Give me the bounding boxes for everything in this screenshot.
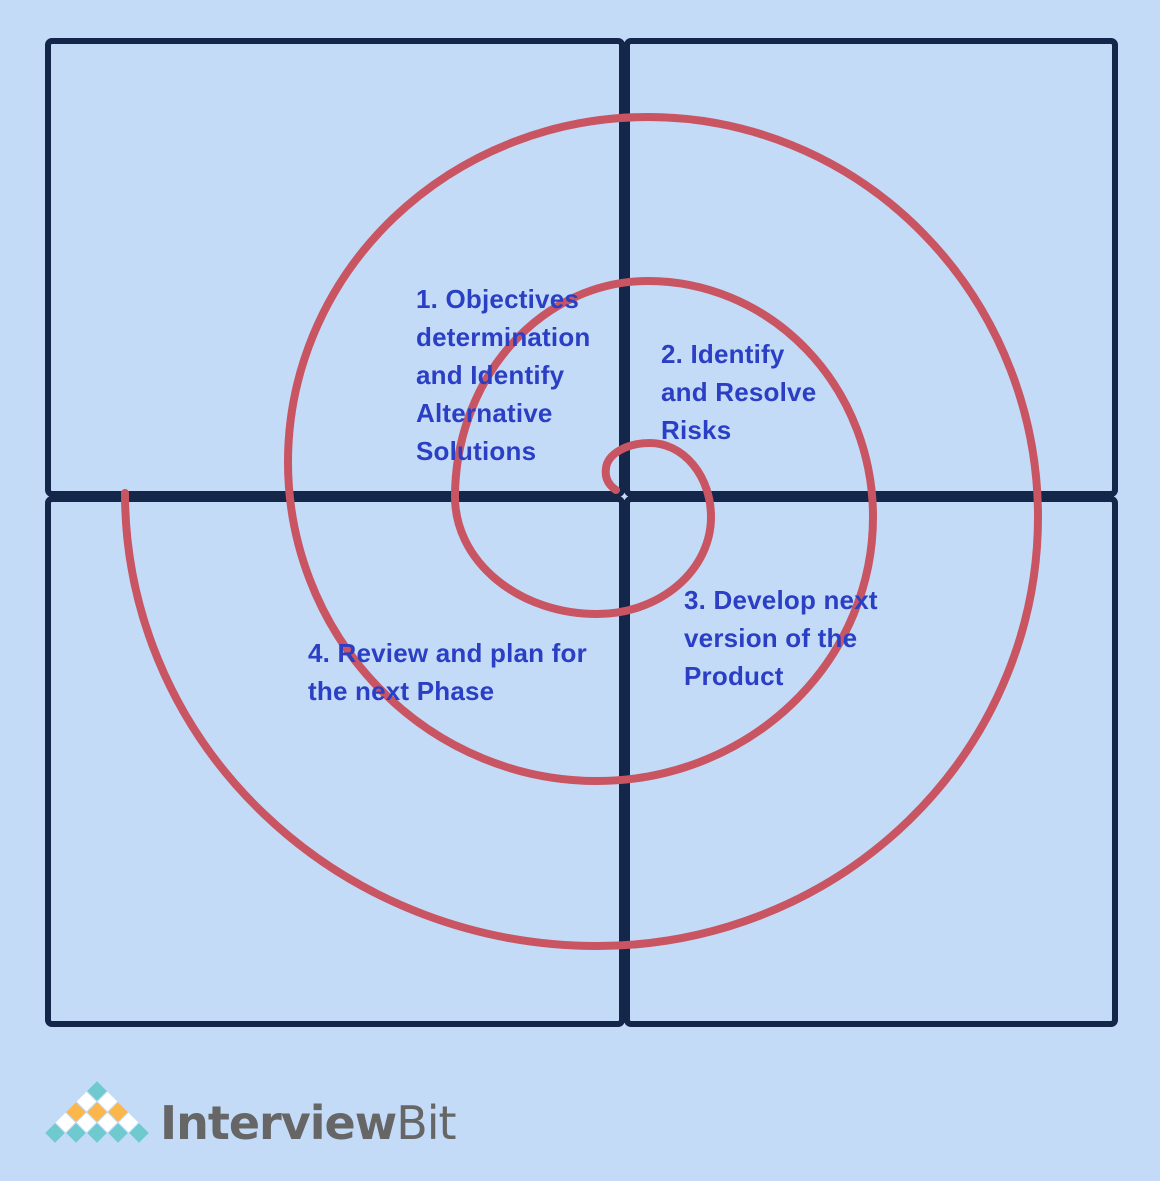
spiral-curve — [121, 112, 1043, 951]
interviewbit-logo: InterviewBit — [160, 1096, 457, 1150]
logo-text-light: Bit — [396, 1096, 456, 1150]
interviewbit-logo-mark — [43, 1079, 151, 1145]
logo-text-bold: Interview — [160, 1096, 397, 1150]
spiral-diagram — [43, 38, 1118, 1145]
quadrant-4-label: 4. Review and plan for the next Phase — [308, 638, 587, 706]
quadrant-grid — [45, 38, 1118, 1027]
quadrant-3-label: 3. Develop next version of the Product — [684, 585, 878, 691]
quadrant-2-label: 2. Identify and Resolve Risks — [661, 339, 817, 445]
quadrant-1-label: 1. Objectives determination and Identify… — [416, 284, 591, 466]
